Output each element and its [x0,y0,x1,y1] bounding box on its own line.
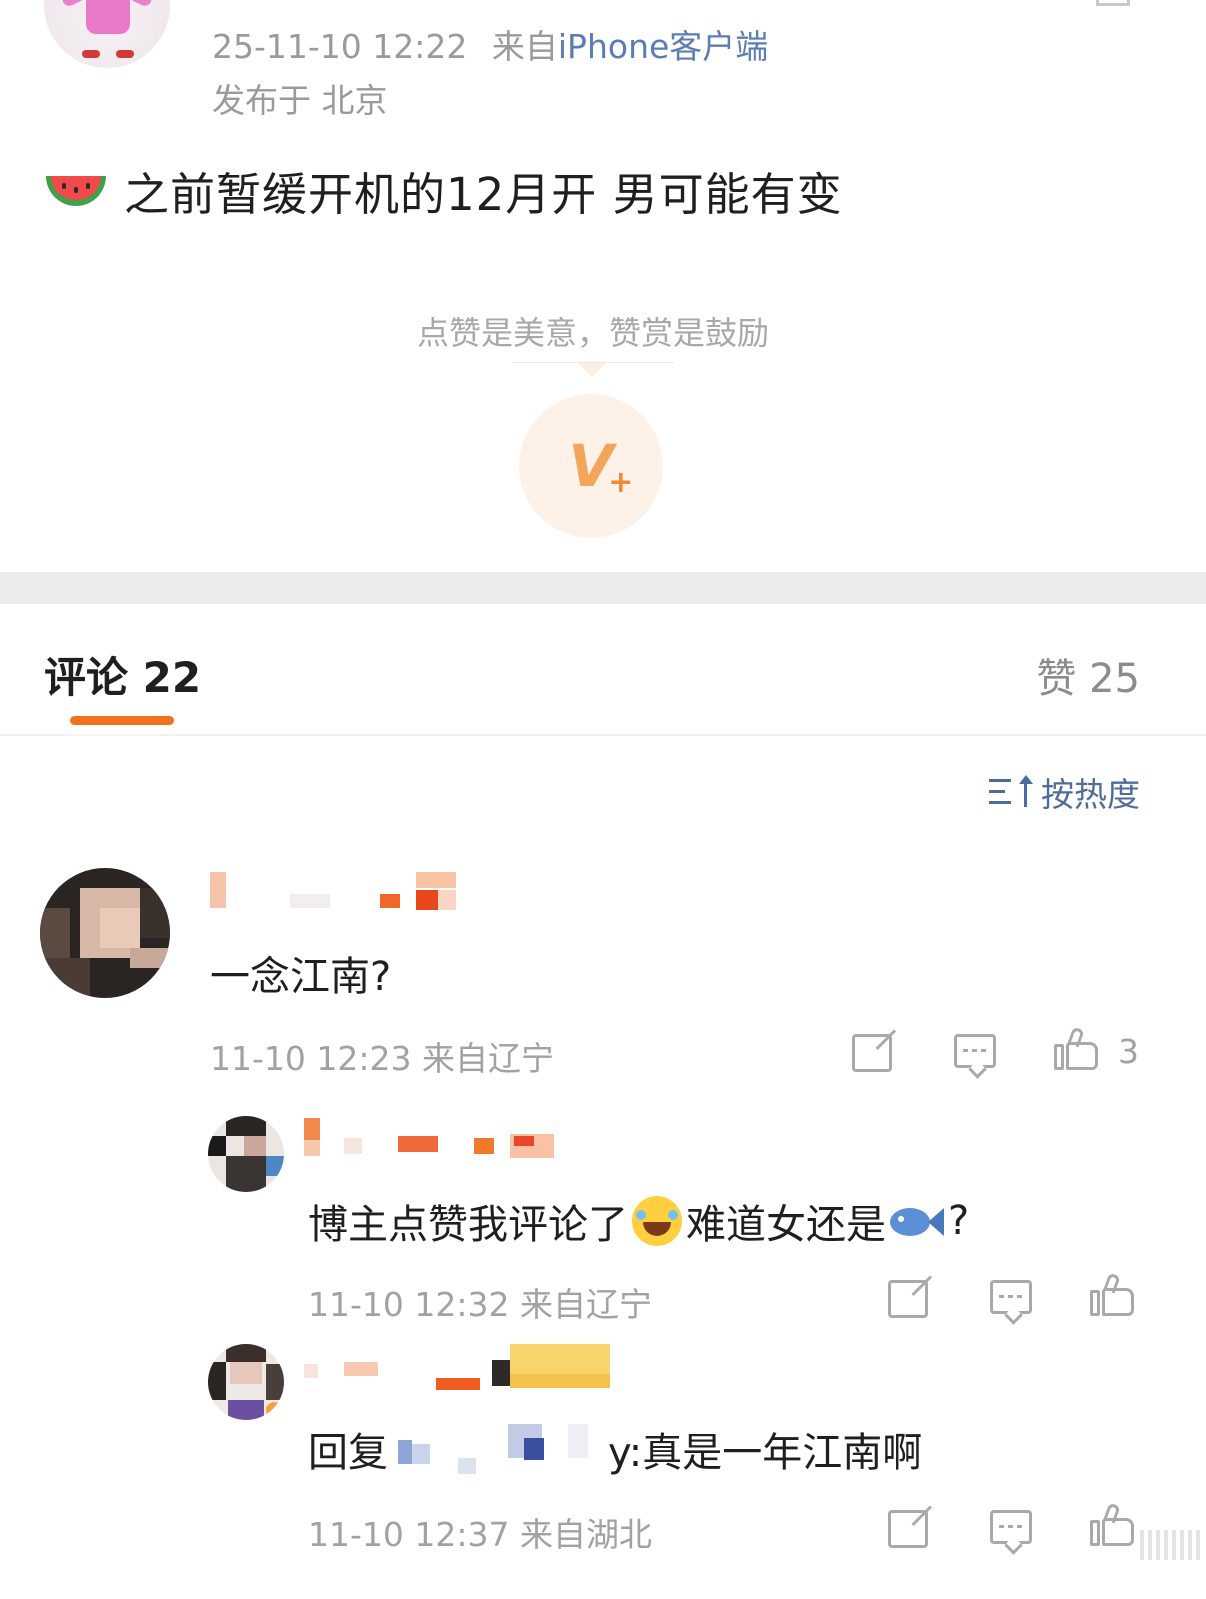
share-icon[interactable] [888,1280,928,1318]
post-location: 发布于 北京 [212,81,388,120]
share-icon[interactable] [852,1034,892,1072]
comment-icon[interactable] [990,1280,1032,1314]
laughing-tears-icon [632,1196,682,1246]
comment-icon[interactable] [954,1034,996,1068]
fish-icon [890,1204,944,1238]
post-timestamp: 25-11-10 12:22 [212,27,468,66]
comment-text: 回复 y:真是一年江南啊 [308,1420,922,1478]
comment-meta: 11-10 12:23 来自辽宁 [210,1039,554,1078]
post-source-client[interactable]: iPhone客户端 [558,27,768,66]
commenter-name-redacted[interactable] [210,872,460,912]
reply-text: y:真是一年江南啊 [608,1430,923,1476]
comment-text: 博主点赞我评论了 难道女还是 ? [308,1196,970,1248]
like-icon[interactable] [1090,1272,1134,1316]
reward-v-icon: V + [568,432,634,500]
post-content: 之前暂缓开机的12月开 男可能有变 [46,158,843,223]
bookmark-icon[interactable] [1096,0,1130,6]
commenter-avatar[interactable] [208,1116,284,1192]
commenter-avatar[interactable] [40,868,170,998]
comment-text: 一念江南? [210,954,392,1000]
sort-label: 按热度 [1041,775,1140,814]
post-source-prefix: 来自 [491,27,558,66]
watermark [1140,1530,1200,1560]
reply-prefix: 回复 [308,1430,388,1476]
section-divider [0,572,1206,604]
sort-hot-icon [989,775,1033,809]
share-icon[interactable] [888,1510,928,1548]
comment-icon[interactable] [990,1510,1032,1544]
avatar-figure-arm [60,0,86,8]
like-count: 3 [1118,1032,1139,1071]
commenter-avatar[interactable] [208,1344,284,1420]
reward-button[interactable]: V + [519,394,663,538]
author-avatar[interactable] [44,0,170,68]
watermelon-icon [46,175,106,206]
commenter-name-redacted[interactable] [304,1118,554,1158]
comment-meta: 11-10 12:32 来自辽宁 [308,1285,652,1324]
tab-comments[interactable]: 评论 22 [44,644,201,705]
avatar-figure-foot [116,50,134,58]
post-meta: 25-11-10 12:22 来自iPhone客户端 [212,20,768,68]
reward-prompt: 点赞是美意，赞赏是鼓励 [416,314,769,352]
post-text: 之前暂缓开机的12月开 男可能有变 [124,168,843,221]
reply-target-redacted[interactable] [388,1424,608,1474]
tab-divider [0,734,1206,736]
avatar-figure-foot [82,50,100,58]
like-icon[interactable] [1054,1026,1098,1070]
like-icon[interactable] [1090,1502,1134,1546]
tab-active-indicator [70,716,174,725]
avatar-figure-arm [128,0,154,8]
reward-notch [578,363,606,377]
comment-meta: 11-10 12:37 来自湖北 [308,1515,652,1554]
tab-likes[interactable]: 赞 25 [1036,646,1140,704]
avatar-figure [86,0,130,34]
commenter-name-redacted[interactable] [304,1344,614,1390]
sort-button[interactable]: 按热度 [989,768,1140,816]
